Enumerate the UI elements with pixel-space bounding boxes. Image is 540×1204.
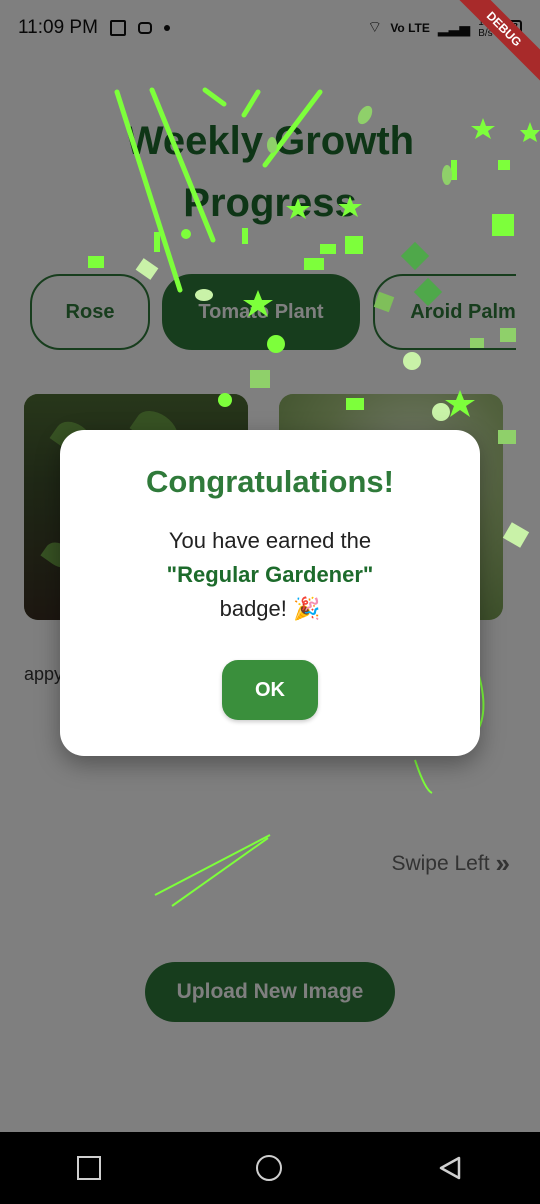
chip-label: Tomato Plant	[198, 300, 324, 323]
status-left: 11:09 PM	[18, 17, 170, 39]
chip-label: Rose	[65, 300, 115, 323]
wifi-icon: ⌔	[367, 19, 383, 36]
dialog-line-1: You have earned the	[168, 528, 372, 553]
chip-aroid-palm[interactable]: Aroid Palm	[373, 274, 516, 350]
achievement-dialog: Congratulations! You have earned the "Re…	[60, 430, 480, 756]
dialog-title: Congratulations!	[146, 464, 394, 499]
badge-name: "Regular Gardener"	[166, 562, 374, 587]
dialog-message: You have earned the "Regular Gardener" b…	[60, 524, 480, 626]
status-bar: 11:09 PM ⌔ Vo LTE ▂▃▅ 109 B/s 68	[0, 0, 540, 56]
home-circle-icon[interactable]	[255, 1155, 282, 1181]
upload-image-button[interactable]: Upload New Image	[145, 962, 395, 1022]
recents-square-icon[interactable]	[77, 1156, 102, 1180]
ok-button-label: OK	[255, 678, 285, 701]
back-triangle-icon[interactable]	[437, 1155, 463, 1181]
notification-dot-icon	[163, 25, 170, 31]
network-type: Vo LTE	[390, 21, 430, 35]
upload-button-label: Upload New Image	[176, 980, 364, 1003]
system-nav-bar	[0, 1132, 540, 1204]
page-title: Weekly Growth Progress	[125, 119, 415, 225]
media-icon	[109, 20, 126, 36]
ok-button[interactable]: OK	[222, 660, 318, 720]
plant-selector: Rose Tomato Plant Aroid Palm	[30, 274, 516, 350]
signal-icon: ▂▃▅	[437, 20, 471, 36]
chip-rose[interactable]: Rose	[30, 274, 150, 350]
swipe-label: Swipe Left	[391, 851, 490, 875]
chip-tomato-plant[interactable]: Tomato Plant	[162, 274, 360, 350]
dialog-line-2: badge! 🎉	[219, 596, 321, 621]
photo-caption: appy	[24, 664, 64, 684]
message-icon	[137, 22, 152, 34]
double-chevron-right-icon: »	[495, 848, 510, 878]
chip-label: Aroid Palm	[410, 300, 516, 323]
status-time: 11:09 PM	[18, 17, 98, 38]
swipe-hint: Swipe Left »	[391, 848, 510, 879]
